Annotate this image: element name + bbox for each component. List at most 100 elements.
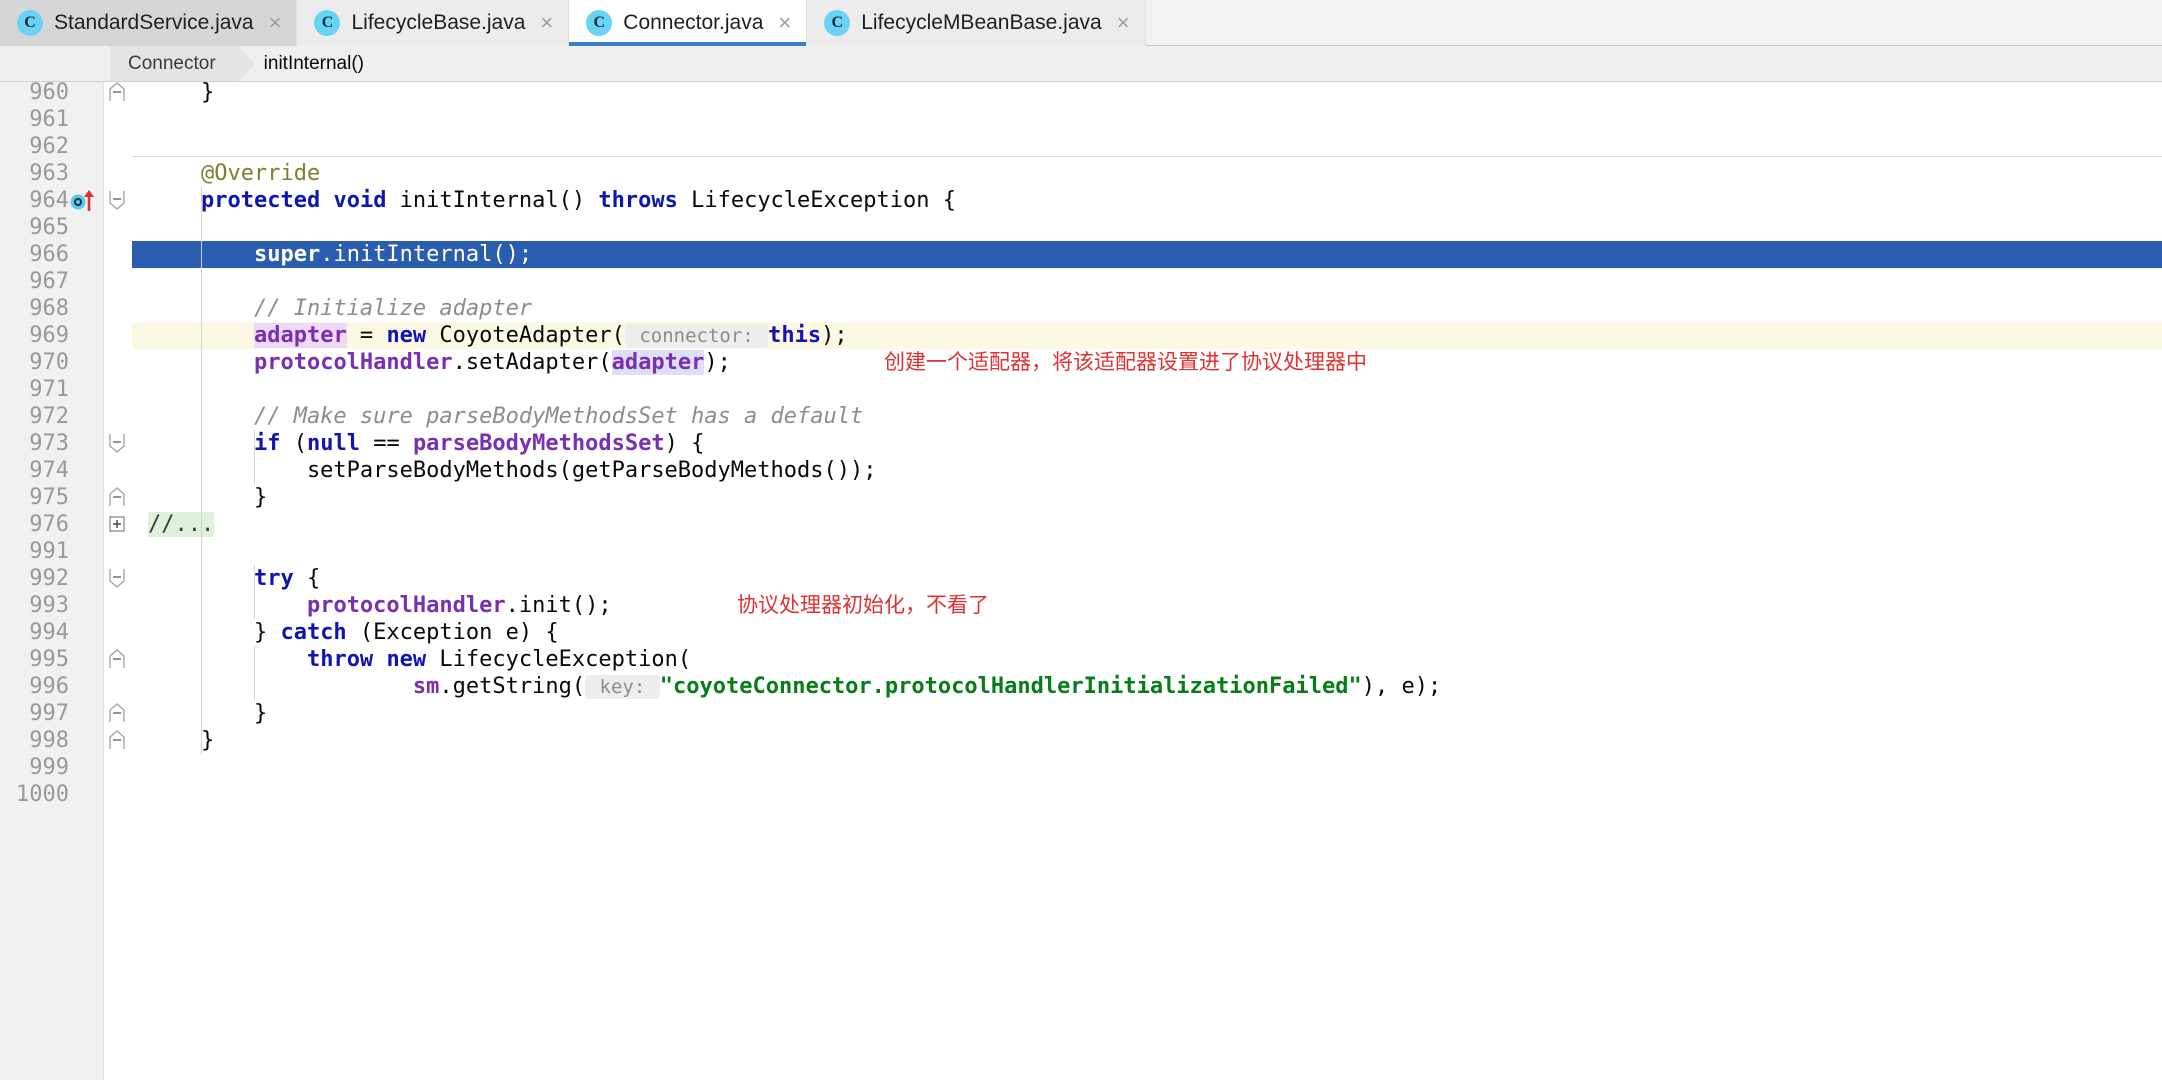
overriding-method-icon[interactable] (69, 188, 99, 215)
fold-start-marker[interactable] (107, 432, 127, 456)
code-token: } (148, 82, 215, 105)
code-line[interactable]: @Override (132, 160, 2162, 187)
code-line[interactable]: throw new LifecycleException( (132, 646, 2162, 673)
breadcrumb-method[interactable]: initInternal() (237, 46, 386, 81)
code-token: protocolHandler (306, 593, 506, 618)
code-line[interactable]: } (132, 82, 2162, 106)
breadcrumb-class[interactable]: Connector (110, 46, 255, 82)
code-token: ( (280, 431, 307, 456)
indent-guide (200, 187, 202, 754)
method-separator (132, 156, 2162, 157)
tab-connector[interactable]: C Connector.java × (569, 0, 808, 46)
tab-lifecyclembeanbase[interactable]: C LifecycleMBeanBase.java × (807, 0, 1146, 46)
close-icon[interactable]: × (778, 12, 791, 34)
close-icon[interactable]: × (269, 12, 282, 34)
code-token: parseBodyMethodsSet (412, 431, 665, 456)
line-number: 998 (29, 728, 69, 753)
code-content-area[interactable]: } @Override protected void initInternal(… (132, 82, 2162, 1080)
code-folding-strip[interactable] (104, 82, 132, 1080)
code-line[interactable] (132, 106, 2162, 133)
line-number: 996 (29, 674, 69, 699)
code-line[interactable]: //... (132, 511, 2162, 538)
code-token: super (253, 242, 321, 267)
editor-tab-bar: C StandardService.java × C LifecycleBase… (0, 0, 2162, 46)
line-number: 991 (29, 539, 69, 564)
tab-label: Connector.java (623, 11, 764, 34)
code-token: initInternal() (386, 188, 599, 213)
code-line[interactable]: super.initInternal(); (132, 241, 2162, 268)
code-line[interactable]: } (132, 484, 2162, 511)
code-token: key: (585, 675, 660, 699)
code-line[interactable]: } catch (Exception e) { (132, 619, 2162, 646)
code-line[interactable] (132, 268, 2162, 295)
line-number: 992 (29, 566, 69, 591)
fold-end-marker[interactable] (107, 648, 127, 672)
code-line[interactable]: try { (132, 565, 2162, 592)
line-number: 997 (29, 701, 69, 726)
code-line[interactable]: setParseBodyMethods(getParseBodyMethods(… (132, 457, 2162, 484)
code-line[interactable]: protected void initInternal() throws Lif… (132, 187, 2162, 214)
code-token: new (386, 647, 427, 672)
code-token: if (253, 431, 281, 456)
line-number: 961 (29, 107, 69, 132)
code-token: adapter (253, 323, 347, 348)
line-number: 971 (29, 377, 69, 402)
line-number-gutter[interactable]: 960 961 962 963 964 965 966 967 968 969 970 971 972 9… (0, 80, 104, 1080)
tab-label: LifecycleBase.java (351, 11, 526, 34)
code-token: ); (821, 323, 848, 348)
code-token: LifecycleException { (677, 188, 956, 213)
close-icon[interactable]: × (1117, 12, 1130, 34)
code-editor[interactable]: 960 961 962 963 964 965 966 967 968 969 970 971 972 9… (0, 80, 2162, 1080)
code-line[interactable] (132, 376, 2162, 403)
code-line[interactable] (132, 781, 2162, 808)
code-line[interactable]: sm.getString( key: "coyoteConnector.prot… (132, 673, 2162, 700)
code-line[interactable]: adapter = new CoyoteAdapter( connector: … (132, 322, 2162, 349)
code-token: null (306, 431, 360, 456)
code-line[interactable]: } (132, 727, 2162, 754)
line-number: 1000 (16, 782, 69, 807)
fold-end-marker[interactable] (107, 702, 127, 726)
code-line[interactable]: // Initialize adapter (132, 295, 2162, 322)
fold-collapsed-marker[interactable] (107, 513, 127, 537)
line-number: 994 (29, 620, 69, 645)
tab-lifecyclebase[interactable]: C LifecycleBase.java × (297, 0, 570, 46)
code-token: ) { (664, 431, 705, 456)
code-line[interactable]: } (132, 700, 2162, 727)
code-line[interactable]: protocolHandler.init(); (132, 592, 2162, 619)
line-number: 966 (29, 242, 69, 267)
indent-guide (253, 646, 255, 700)
code-line[interactable] (132, 754, 2162, 781)
code-token: void (333, 188, 387, 213)
fold-end-marker[interactable] (107, 486, 127, 510)
code-token: (Exception e) { (346, 620, 559, 645)
code-line[interactable] (132, 214, 2162, 241)
code-line[interactable] (132, 538, 2162, 565)
tab-standardservice[interactable]: C StandardService.java × (0, 0, 298, 46)
code-line[interactable]: if (null == parseBodyMethodsSet) { (132, 430, 2162, 457)
line-number: 973 (29, 431, 69, 456)
code-token: protocolHandler (253, 350, 453, 375)
line-number: 974 (29, 458, 69, 483)
close-icon[interactable]: × (540, 12, 553, 34)
code-token: sm (412, 674, 440, 699)
line-number: 964 (29, 188, 69, 213)
line-number: 970 (29, 350, 69, 375)
code-token: throw (306, 647, 374, 672)
code-token: .initInternal(); (320, 242, 533, 267)
breadcrumb: Connector initInternal() (0, 46, 2162, 82)
annotation-note: 创建一个适配器，将该适配器设置进了协议处理器中 (884, 350, 1367, 374)
fold-end-marker[interactable] (107, 81, 127, 105)
code-line[interactable]: // Make sure parseBodyMethodsSet has a d… (132, 403, 2162, 430)
line-number: 965 (29, 215, 69, 240)
code-token: // Make sure parseBodyMethodsSet has a d… (148, 404, 864, 429)
fold-start-marker[interactable] (107, 189, 127, 213)
code-token: catch (280, 620, 347, 645)
java-class-icon: C (314, 10, 341, 36)
line-number: 969 (29, 323, 69, 348)
fold-start-marker[interactable] (107, 567, 127, 591)
code-token: CoyoteAdapter( (426, 323, 625, 348)
code-token: connector: (624, 324, 769, 348)
fold-end-marker[interactable] (107, 729, 127, 753)
